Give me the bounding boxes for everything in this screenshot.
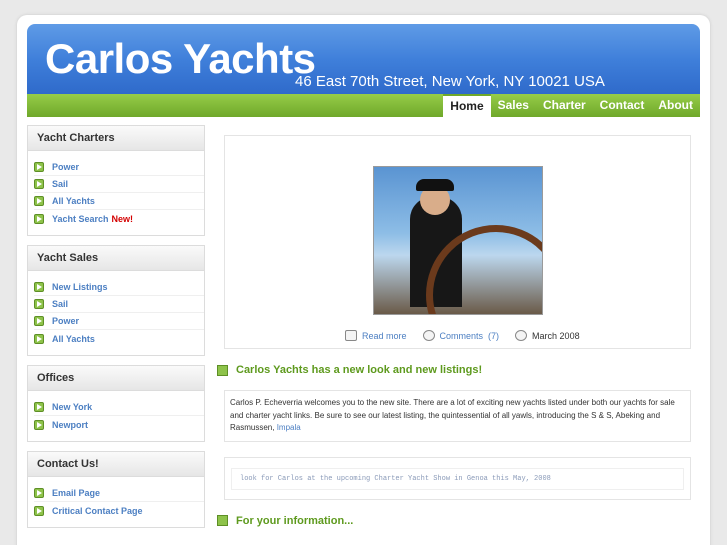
arrow-bullet-icon <box>34 505 44 516</box>
clock-icon <box>515 330 528 341</box>
read-more-link[interactable]: Read more <box>345 330 407 341</box>
office-new-york-link[interactable]: New York <box>34 399 204 416</box>
notice-text: look for Carlos at the upcoming Charter … <box>231 467 684 490</box>
offices-box: Offices New York Newport <box>27 365 205 442</box>
sales-new-listings-link[interactable]: New Listings <box>34 279 204 296</box>
arrow-bullet-icon <box>34 402 44 412</box>
featured-box: Read more Comments (7) March 2008 <box>224 135 691 349</box>
sales-all-yachts-link[interactable]: All Yachts <box>34 330 204 347</box>
nav-charter[interactable]: Charter <box>536 94 593 117</box>
charters-sail-link[interactable]: Sail <box>34 176 204 193</box>
yacht-charters-box: Yacht Charters Power Sail All Yachts Yac… <box>27 125 205 236</box>
nav-about[interactable]: About <box>651 94 700 117</box>
new-badge: New! <box>111 213 134 224</box>
offices-title: Offices <box>28 366 204 391</box>
post-body: Carlos P. Echeverria welcomes you to the… <box>224 390 691 442</box>
nav-contact[interactable]: Contact <box>593 94 652 117</box>
post-heading: Carlos Yachts has a new look and new lis… <box>217 362 691 378</box>
contact-title: Contact Us! <box>28 452 204 477</box>
critical-contact-link[interactable]: Critical Contact Page <box>34 502 204 519</box>
main-navbar: Home Sales Charter Contact About <box>27 94 700 117</box>
page-icon <box>217 515 228 526</box>
nav-menu: Home Sales Charter Contact About <box>443 94 700 117</box>
email-page-link[interactable]: Email Page <box>34 485 204 502</box>
arrow-bullet-icon <box>34 282 44 292</box>
info-heading: For your information... <box>217 513 691 529</box>
arrow-bullet-icon <box>34 333 44 344</box>
notice-box: look for Carlos at the upcoming Charter … <box>224 456 691 500</box>
arrow-bullet-icon <box>34 316 44 326</box>
arrow-bullet-icon <box>34 488 44 498</box>
arrow-bullet-icon <box>34 162 44 172</box>
yacht-charters-title: Yacht Charters <box>28 126 204 151</box>
document-icon <box>345 330 357 341</box>
comment-icon <box>422 330 435 341</box>
featured-photo[interactable] <box>373 166 543 315</box>
arrow-bullet-icon <box>34 213 44 224</box>
arrow-bullet-icon <box>34 196 44 206</box>
charters-all-yachts-link[interactable]: All Yachts <box>34 193 204 210</box>
nav-home[interactable]: Home <box>443 94 491 117</box>
main-content: Read more Comments (7) March 2008 Carlos … <box>217 135 691 529</box>
yacht-search-link[interactable]: Yacht Search New! <box>34 210 204 227</box>
yacht-sales-title: Yacht Sales <box>28 246 204 271</box>
sales-power-link[interactable]: Power <box>34 313 204 330</box>
nav-sales[interactable]: Sales <box>491 94 536 117</box>
site-title[interactable]: Carlos Yachts <box>45 35 316 83</box>
yacht-sales-box: Yacht Sales New Listings Sail Power All … <box>27 245 205 356</box>
sidebar: Yacht Charters Power Sail All Yachts Yac… <box>27 125 205 537</box>
arrow-bullet-icon <box>34 419 44 430</box>
sales-sail-link[interactable]: Sail <box>34 296 204 313</box>
captain-cap <box>416 179 454 191</box>
impala-link[interactable]: Impala <box>277 423 301 432</box>
post-date: March 2008 <box>515 330 580 341</box>
page-container: Carlos Yachts 46 East 70th Street, New Y… <box>17 15 710 545</box>
contact-box: Contact Us! Email Page Critical Contact … <box>27 451 205 528</box>
page-icon <box>217 364 228 376</box>
arrow-bullet-icon <box>34 179 44 189</box>
site-address: 46 East 70th Street, New York, NY 10021 … <box>295 73 605 90</box>
charters-power-link[interactable]: Power <box>34 159 204 176</box>
arrow-bullet-icon <box>34 299 44 309</box>
featured-meta: Read more Comments (7) March 2008 <box>345 330 580 341</box>
site-header: Carlos Yachts 46 East 70th Street, New Y… <box>27 24 700 104</box>
comments-link[interactable]: Comments (7) <box>422 330 499 341</box>
office-newport-link[interactable]: Newport <box>34 416 204 433</box>
